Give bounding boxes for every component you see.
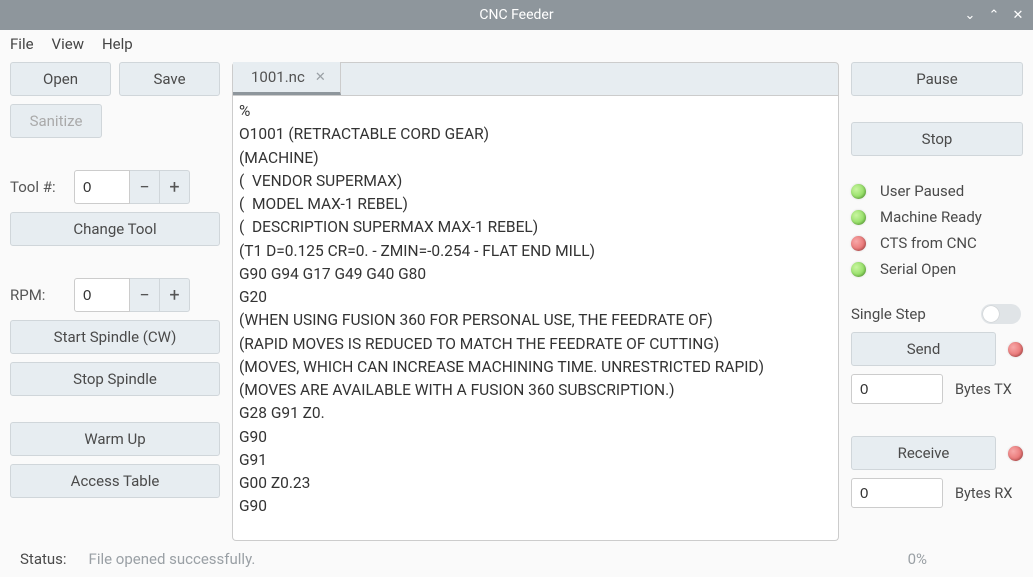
window-controls: ⌄ ⌃ ✕ (963, 0, 1025, 30)
tab-open-file[interactable]: 1001.nc ✕ (233, 62, 341, 95)
progress-percent: 0% (908, 550, 1013, 568)
rpm-label: RPM: (10, 286, 66, 304)
window-minimize-icon[interactable]: ⌄ (963, 8, 977, 23)
editor-panel: 1001.nc ✕ % O1001 (RETRACTABLE CORD GEAR… (232, 62, 839, 541)
machine-ready-label: Machine Ready (880, 208, 982, 226)
bytes-tx-label: Bytes TX (955, 381, 1012, 398)
menubar: File View Help (0, 30, 1033, 58)
titlebar: CNC Feeder ⌄ ⌃ ✕ (0, 0, 1033, 30)
rpm-decrement[interactable]: − (130, 278, 160, 312)
user-paused-led-icon (851, 184, 866, 199)
save-button[interactable]: Save (119, 62, 220, 96)
bytes-tx-input[interactable] (851, 374, 943, 404)
pause-button[interactable]: Pause (851, 62, 1023, 96)
left-panel: Open Save Sanitize Tool #: − + Change To… (10, 62, 220, 541)
window-title: CNC Feeder (479, 7, 553, 23)
serial-open-led-icon (851, 262, 866, 277)
tool-number-label: Tool #: (10, 178, 66, 196)
cts-label: CTS from CNC (880, 234, 977, 252)
window-close-icon[interactable]: ✕ (1011, 8, 1025, 23)
status-bar: Status: File opened successfully. 0% (0, 541, 1033, 577)
sanitize-button[interactable]: Sanitize (10, 104, 102, 138)
tool-number-stepper: − + (74, 170, 220, 204)
open-button[interactable]: Open (10, 62, 111, 96)
bytes-rx-input[interactable] (851, 478, 943, 508)
menu-help[interactable]: Help (102, 35, 133, 53)
menu-view[interactable]: View (52, 35, 84, 53)
send-button[interactable]: Send (851, 332, 996, 366)
tab-label: 1001.nc (251, 68, 305, 86)
status-message: File opened successfully. (89, 550, 256, 568)
right-panel: Pause Stop User Paused Machine Ready CTS… (851, 62, 1023, 541)
stop-spindle-button[interactable]: Stop Spindle (10, 362, 220, 396)
cts-led-icon (851, 236, 866, 251)
single-step-toggle-knob (983, 306, 999, 322)
window-maximize-icon[interactable]: ⌃ (987, 8, 1001, 23)
tool-number-decrement[interactable]: − (130, 170, 160, 204)
machine-ready-led-icon (851, 210, 866, 225)
single-step-toggle[interactable] (981, 304, 1021, 324)
tab-bar: 1001.nc ✕ (232, 62, 839, 96)
serial-open-label: Serial Open (880, 260, 956, 278)
user-paused-label: User Paused (880, 182, 964, 200)
start-spindle-button[interactable]: Start Spindle (CW) (10, 320, 220, 354)
tab-close-icon[interactable]: ✕ (311, 70, 330, 85)
stop-button[interactable]: Stop (851, 122, 1023, 156)
receive-led-icon (1008, 446, 1023, 461)
status-label: Status: (20, 550, 67, 568)
rpm-increment[interactable]: + (160, 278, 190, 312)
single-step-label: Single Step (851, 305, 926, 323)
change-tool-button[interactable]: Change Tool (10, 212, 220, 246)
bytes-rx-label: Bytes RX (955, 485, 1012, 502)
rpm-input[interactable] (74, 278, 130, 312)
send-led-icon (1008, 342, 1023, 357)
rpm-stepper: − + (74, 278, 220, 312)
receive-button[interactable]: Receive (851, 436, 996, 470)
warm-up-button[interactable]: Warm Up (10, 422, 220, 456)
access-table-button[interactable]: Access Table (10, 464, 220, 498)
tool-number-input[interactable] (74, 170, 130, 204)
menu-file[interactable]: File (10, 35, 34, 53)
tool-number-increment[interactable]: + (160, 170, 190, 204)
gcode-editor[interactable]: % O1001 (RETRACTABLE CORD GEAR) (MACHINE… (232, 96, 839, 541)
